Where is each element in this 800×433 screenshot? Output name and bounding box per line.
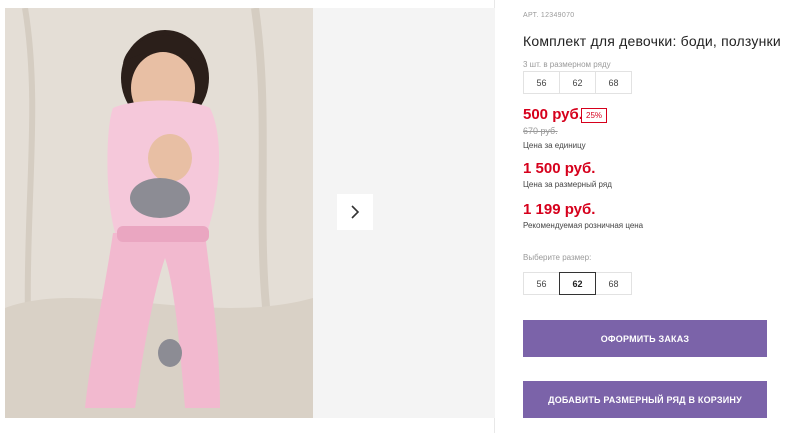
gallery-next-button[interactable] [337,194,373,230]
product-title: Комплект для девочки: боди, ползунки [523,33,781,49]
size-set-label: 3 шт. в размерном ряду [523,60,611,69]
old-price: 670 руб. [523,126,558,136]
set-price: 1 500 руб. [523,160,596,177]
product-gallery [0,0,495,433]
unit-price: 500 руб. [523,106,583,123]
size-option-68[interactable]: 68 [595,272,632,295]
product-photo-illustration [5,8,313,418]
size-option-56[interactable]: 56 [523,272,560,295]
size-option-62[interactable]: 62 [559,272,596,295]
set-price-note: Цена за размерный ряд [523,180,612,189]
size-selector: 56 62 68 [523,272,632,295]
size-set-item: 62 [559,71,596,94]
rrp-price-note: Рекомендуемая розничная цена [523,221,644,230]
product-photo[interactable] [5,8,313,418]
unit-price-note: Цена за единицу [523,141,586,150]
chevron-right-icon [351,205,360,219]
rrp-price: 1 199 руб. [523,201,596,218]
place-order-button[interactable]: Оформить заказ [523,320,767,357]
size-set-item: 56 [523,71,560,94]
size-set-item: 68 [595,71,632,94]
size-set-list: 56 62 68 [523,71,632,94]
discount-badge: 25% [581,108,608,123]
add-set-to-cart-button[interactable]: Добавить размерный ряд в корзину [523,381,767,418]
article-number: АРТ. 12349070 [523,12,575,19]
size-select-label: Выберите размер: [523,253,592,262]
